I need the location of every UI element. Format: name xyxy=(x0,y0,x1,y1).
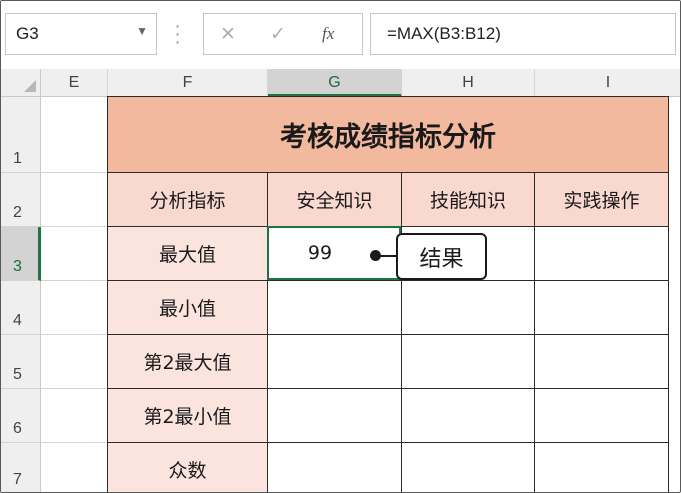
formula-buttons: ✕ ✓ fx xyxy=(203,13,363,55)
cell-e6[interactable] xyxy=(41,389,108,443)
select-all-corner[interactable] xyxy=(1,69,41,97)
row-label-second-max[interactable]: 第2最大值 xyxy=(107,334,268,389)
selected-cell-g3[interactable]: 99 xyxy=(267,226,401,280)
cell-e2[interactable] xyxy=(41,173,108,227)
column-header-h[interactable]: H xyxy=(402,69,535,97)
cell-g3-value: 99 xyxy=(307,242,333,264)
row-number: 2 xyxy=(13,204,22,221)
cell-g7[interactable] xyxy=(267,442,402,492)
row-label-max[interactable]: 最大值 xyxy=(107,226,268,281)
name-box-value: G3 xyxy=(16,24,39,43)
callout-line xyxy=(379,255,397,257)
row-header-2[interactable]: 2 xyxy=(1,173,41,227)
formula-text: =MAX(B3:B12) xyxy=(387,24,501,43)
select-all-icon xyxy=(24,80,36,92)
row-header-3[interactable]: 3 xyxy=(1,227,41,281)
cell-g5[interactable] xyxy=(267,334,402,389)
column-header-e[interactable]: E xyxy=(41,69,108,97)
row-header-6[interactable]: 6 xyxy=(1,389,41,443)
cell-e4[interactable] xyxy=(41,281,108,335)
formula-bar: G3 ▼ · · · ✕ ✓ fx =MAX(B3:B12) xyxy=(1,1,680,67)
name-box[interactable]: G3 ▼ xyxy=(5,13,157,55)
cell-e3[interactable] xyxy=(41,227,108,281)
insert-function-icon[interactable]: fx xyxy=(322,24,334,44)
spreadsheet-window: G3 ▼ · · · ✕ ✓ fx =MAX(B3:B12) E F G H I 1… xyxy=(0,0,681,493)
cell-g4[interactable] xyxy=(267,280,402,335)
cell-e1[interactable] xyxy=(41,97,108,173)
header-cell-indicator[interactable]: 分析指标 xyxy=(107,172,268,227)
enter-icon[interactable]: ✓ xyxy=(270,23,286,45)
header-cell-practice[interactable]: 实践操作 xyxy=(534,172,669,227)
row-number: 1 xyxy=(13,150,22,167)
row-number: 4 xyxy=(13,312,22,329)
cell-g6[interactable] xyxy=(267,388,402,443)
cell-h6[interactable] xyxy=(401,388,535,443)
header-cell-safety[interactable]: 安全知识 xyxy=(267,172,402,227)
cell-i4[interactable] xyxy=(534,280,669,335)
row-label-second-min[interactable]: 第2最小值 xyxy=(107,388,268,443)
cell-i3[interactable] xyxy=(534,226,669,281)
row-number: 7 xyxy=(13,471,22,488)
cell-h4[interactable] xyxy=(401,280,535,335)
table-title[interactable]: 考核成绩指标分析 xyxy=(107,96,669,173)
row-header-4[interactable]: 4 xyxy=(1,281,41,335)
row-header-7[interactable]: 7 xyxy=(1,443,41,492)
cell-i7[interactable] xyxy=(534,442,669,492)
header-cell-skill[interactable]: 技能知识 xyxy=(401,172,535,227)
cell-h5[interactable] xyxy=(401,334,535,389)
cancel-icon[interactable]: ✕ xyxy=(220,23,236,45)
row-number: 6 xyxy=(13,420,22,437)
cell-h7[interactable] xyxy=(401,442,535,492)
row-header-5[interactable]: 5 xyxy=(1,335,41,389)
column-header-f[interactable]: F xyxy=(108,69,268,97)
row-label-min[interactable]: 最小值 xyxy=(107,280,268,335)
cell-e7[interactable] xyxy=(41,443,108,492)
row-header-1[interactable]: 1 xyxy=(1,97,41,173)
result-callout: 结果 xyxy=(396,233,487,280)
more-options-icon[interactable]: · · · xyxy=(175,19,180,51)
cell-i5[interactable] xyxy=(534,334,669,389)
row-number: 5 xyxy=(13,366,22,383)
row-label-mode[interactable]: 众数 xyxy=(107,442,268,492)
formula-input[interactable]: =MAX(B3:B12) xyxy=(370,13,676,55)
cell-i6[interactable] xyxy=(534,388,669,443)
chevron-down-icon[interactable]: ▼ xyxy=(136,24,148,38)
cell-e5[interactable] xyxy=(41,335,108,389)
column-header-i[interactable]: I xyxy=(535,69,680,97)
row-number: 3 xyxy=(13,258,22,275)
column-header-g[interactable]: G xyxy=(268,69,402,97)
